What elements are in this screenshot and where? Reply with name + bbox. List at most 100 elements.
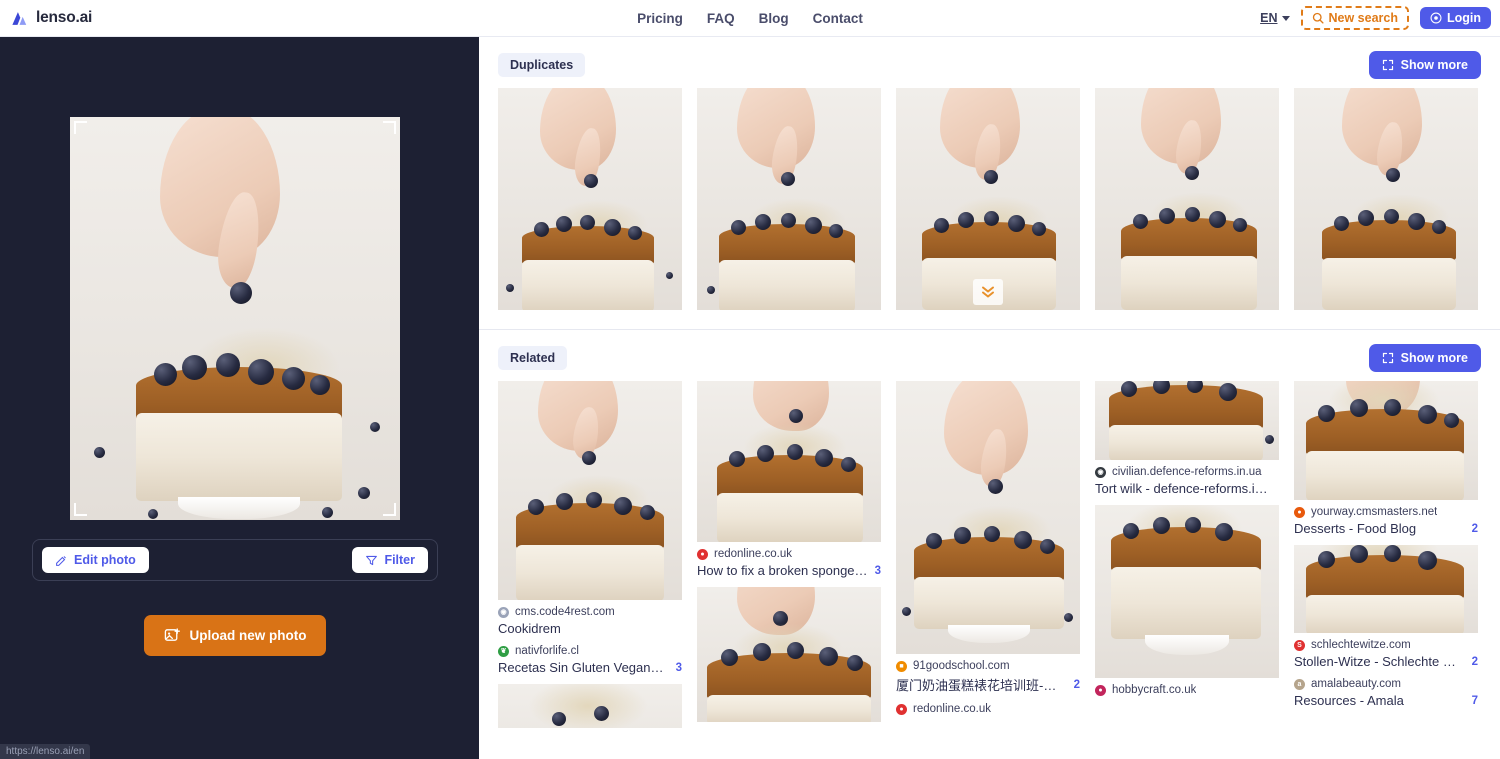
related-source[interactable]: ● redonline.co.uk xyxy=(697,548,881,560)
related-thumbnail[interactable] xyxy=(1294,381,1478,500)
related-source-label: cms.code4rest.com xyxy=(515,606,615,618)
user-circle-icon xyxy=(1430,12,1442,24)
related-source[interactable]: ● hobbycraft.co.uk xyxy=(1095,684,1279,696)
related-title-row: Desserts - Food Blog 2 xyxy=(1294,521,1478,536)
related-source[interactable]: ◉ civilian.defence-reforms.in.ua xyxy=(1095,466,1279,478)
related-card: ◉ cms.code4rest.com Cookidrem xyxy=(498,381,682,636)
status-bar-url: https://lenso.ai/en xyxy=(0,744,91,759)
header-actions: EN New search Login xyxy=(1260,6,1500,30)
related-thumbnail[interactable] xyxy=(1294,545,1478,633)
related-title-row: Stollen-Witze - Schlechte Witze 2 xyxy=(1294,654,1478,669)
related-thumbnail[interactable] xyxy=(498,684,682,728)
duplicate-result-4[interactable] xyxy=(1095,88,1279,310)
crop-handle-top-right[interactable] xyxy=(383,121,396,134)
language-value: EN xyxy=(1260,11,1278,25)
site-favicon-icon: ● xyxy=(896,703,907,715)
crop-handle-bottom-right[interactable] xyxy=(383,503,396,516)
related-source-label: amalabeauty.com xyxy=(1311,678,1401,690)
nav-item-blog[interactable]: Blog xyxy=(759,11,789,26)
related-title-link[interactable]: 厦门奶油蛋糕裱花培训班-厦门... xyxy=(896,675,1068,694)
duplicate-result-5[interactable] xyxy=(1294,88,1478,310)
upload-new-photo-button[interactable]: Upload new photo xyxy=(144,615,326,656)
query-photo-image xyxy=(70,117,400,520)
related-title-link[interactable]: How to fix a broken sponge ca... xyxy=(697,563,869,578)
related-count-badge: 2 xyxy=(1471,655,1478,668)
related-card: ● yourway.cmsmasters.net Desserts - Food… xyxy=(1294,381,1478,536)
crop-handle-top-left[interactable] xyxy=(74,121,87,134)
app-header: lenso.ai Pricing FAQ Blog Contact EN New… xyxy=(0,0,1500,37)
filter-button[interactable]: Filter xyxy=(352,547,428,573)
related-count-badge: 7 xyxy=(1471,694,1478,707)
search-icon xyxy=(1312,12,1324,24)
related-card: ● redonline.co.uk xyxy=(896,703,1080,715)
edit-photo-button[interactable]: Edit photo xyxy=(42,547,149,573)
related-source[interactable]: ● redonline.co.uk xyxy=(896,703,1080,715)
site-favicon-icon: ◉ xyxy=(1095,466,1106,478)
duplicates-show-more-label: Show more xyxy=(1400,58,1468,72)
new-search-button[interactable]: New search xyxy=(1300,6,1409,30)
scroll-down-hint[interactable] xyxy=(973,279,1003,305)
login-label: Login xyxy=(1446,11,1481,25)
related-title-link[interactable]: Recetas Sin Gluten Veganas – ... xyxy=(498,660,670,675)
related-count-badge: 3 xyxy=(675,661,682,674)
related-source-label: civilian.defence-reforms.in.ua xyxy=(1112,466,1262,478)
related-source[interactable]: ● yourway.cmsmasters.net xyxy=(1294,506,1478,518)
related-title-link[interactable]: Desserts - Food Blog xyxy=(1294,521,1416,536)
related-source[interactable]: ◉ cms.code4rest.com xyxy=(498,606,682,618)
related-count-badge: 2 xyxy=(1073,678,1080,691)
related-source[interactable]: ■ 91goodschool.com xyxy=(896,660,1080,672)
logo-text: lenso.ai xyxy=(36,9,93,26)
related-show-more-button[interactable]: Show more xyxy=(1368,344,1481,372)
related-card: ■ 91goodschool.com 厦门奶油蛋糕裱花培训班-厦门... 2 xyxy=(896,381,1080,694)
related-thumbnail[interactable] xyxy=(1095,381,1279,460)
related-source-label: yourway.cmsmasters.net xyxy=(1311,506,1438,518)
related-card: S schlechtewitze.com Stollen-Witze - Sch… xyxy=(1294,545,1478,669)
nav-item-contact[interactable]: Contact xyxy=(813,11,863,26)
related-title-link[interactable]: Cookidrem xyxy=(498,621,561,636)
related-count-badge: 3 xyxy=(874,564,881,577)
site-favicon-icon: a xyxy=(1294,678,1305,690)
query-photo[interactable] xyxy=(70,117,400,520)
crop-handle-bottom-left[interactable] xyxy=(74,503,87,516)
related-source[interactable]: S schlechtewitze.com xyxy=(1294,639,1478,651)
related-title-link[interactable]: Resources - Amala xyxy=(1294,693,1404,708)
filter-icon xyxy=(366,555,378,565)
related-thumbnail[interactable] xyxy=(498,381,682,600)
results-panel: Duplicates Show more Related Show more ◉… xyxy=(479,37,1500,759)
related-card: ❦ nativforlife.cl Recetas Sin Gluten Veg… xyxy=(498,645,682,675)
related-section-header: Related Show more xyxy=(479,330,1500,372)
login-button[interactable]: Login xyxy=(1419,7,1491,29)
related-column-3: ■ 91goodschool.com 厦门奶油蛋糕裱花培训班-厦门... 2 ●… xyxy=(896,381,1080,728)
related-title-link[interactable]: Tort wilk - defence-reforms.in.ua xyxy=(1095,481,1273,496)
nav-item-pricing[interactable]: Pricing xyxy=(637,11,683,26)
duplicate-result-1[interactable] xyxy=(498,88,682,310)
related-source[interactable]: ❦ nativforlife.cl xyxy=(498,645,682,657)
image-plus-icon xyxy=(164,628,180,641)
related-card: ● hobbycraft.co.uk xyxy=(1095,505,1279,696)
logo[interactable]: lenso.ai xyxy=(0,9,92,28)
duplicates-show-more-button[interactable]: Show more xyxy=(1368,51,1481,79)
related-card xyxy=(498,684,682,728)
related-source-label: redonline.co.uk xyxy=(714,548,792,560)
language-selector[interactable]: EN xyxy=(1260,11,1290,25)
related-column-4: ◉ civilian.defence-reforms.in.ua Tort wi… xyxy=(1095,381,1279,728)
related-thumbnail[interactable] xyxy=(1095,505,1279,678)
related-source[interactable]: a amalabeauty.com xyxy=(1294,678,1478,690)
related-show-more-label: Show more xyxy=(1400,351,1468,365)
related-thumbnail[interactable] xyxy=(896,381,1080,654)
related-title-link[interactable]: Stollen-Witze - Schlechte Witze xyxy=(1294,654,1466,669)
duplicates-grid xyxy=(479,79,1500,310)
related-source-label: redonline.co.uk xyxy=(913,703,991,715)
related-thumbnail[interactable] xyxy=(697,381,881,542)
duplicate-result-3[interactable] xyxy=(896,88,1080,310)
related-thumbnail[interactable] xyxy=(697,587,881,722)
site-favicon-icon: ● xyxy=(697,548,708,560)
site-favicon-icon: S xyxy=(1294,639,1305,651)
nav-item-faq[interactable]: FAQ xyxy=(707,11,735,26)
duplicate-result-2[interactable] xyxy=(697,88,881,310)
related-title-row: 厦门奶油蛋糕裱花培训班-厦门... 2 xyxy=(896,675,1080,694)
page-body: Edit photo Filter Upload new photo https… xyxy=(0,37,1500,759)
query-sidebar: Edit photo Filter Upload new photo https… xyxy=(0,37,479,759)
related-column-1: ◉ cms.code4rest.com Cookidrem ❦ nativfor… xyxy=(498,381,682,728)
expand-icon xyxy=(1382,352,1393,364)
